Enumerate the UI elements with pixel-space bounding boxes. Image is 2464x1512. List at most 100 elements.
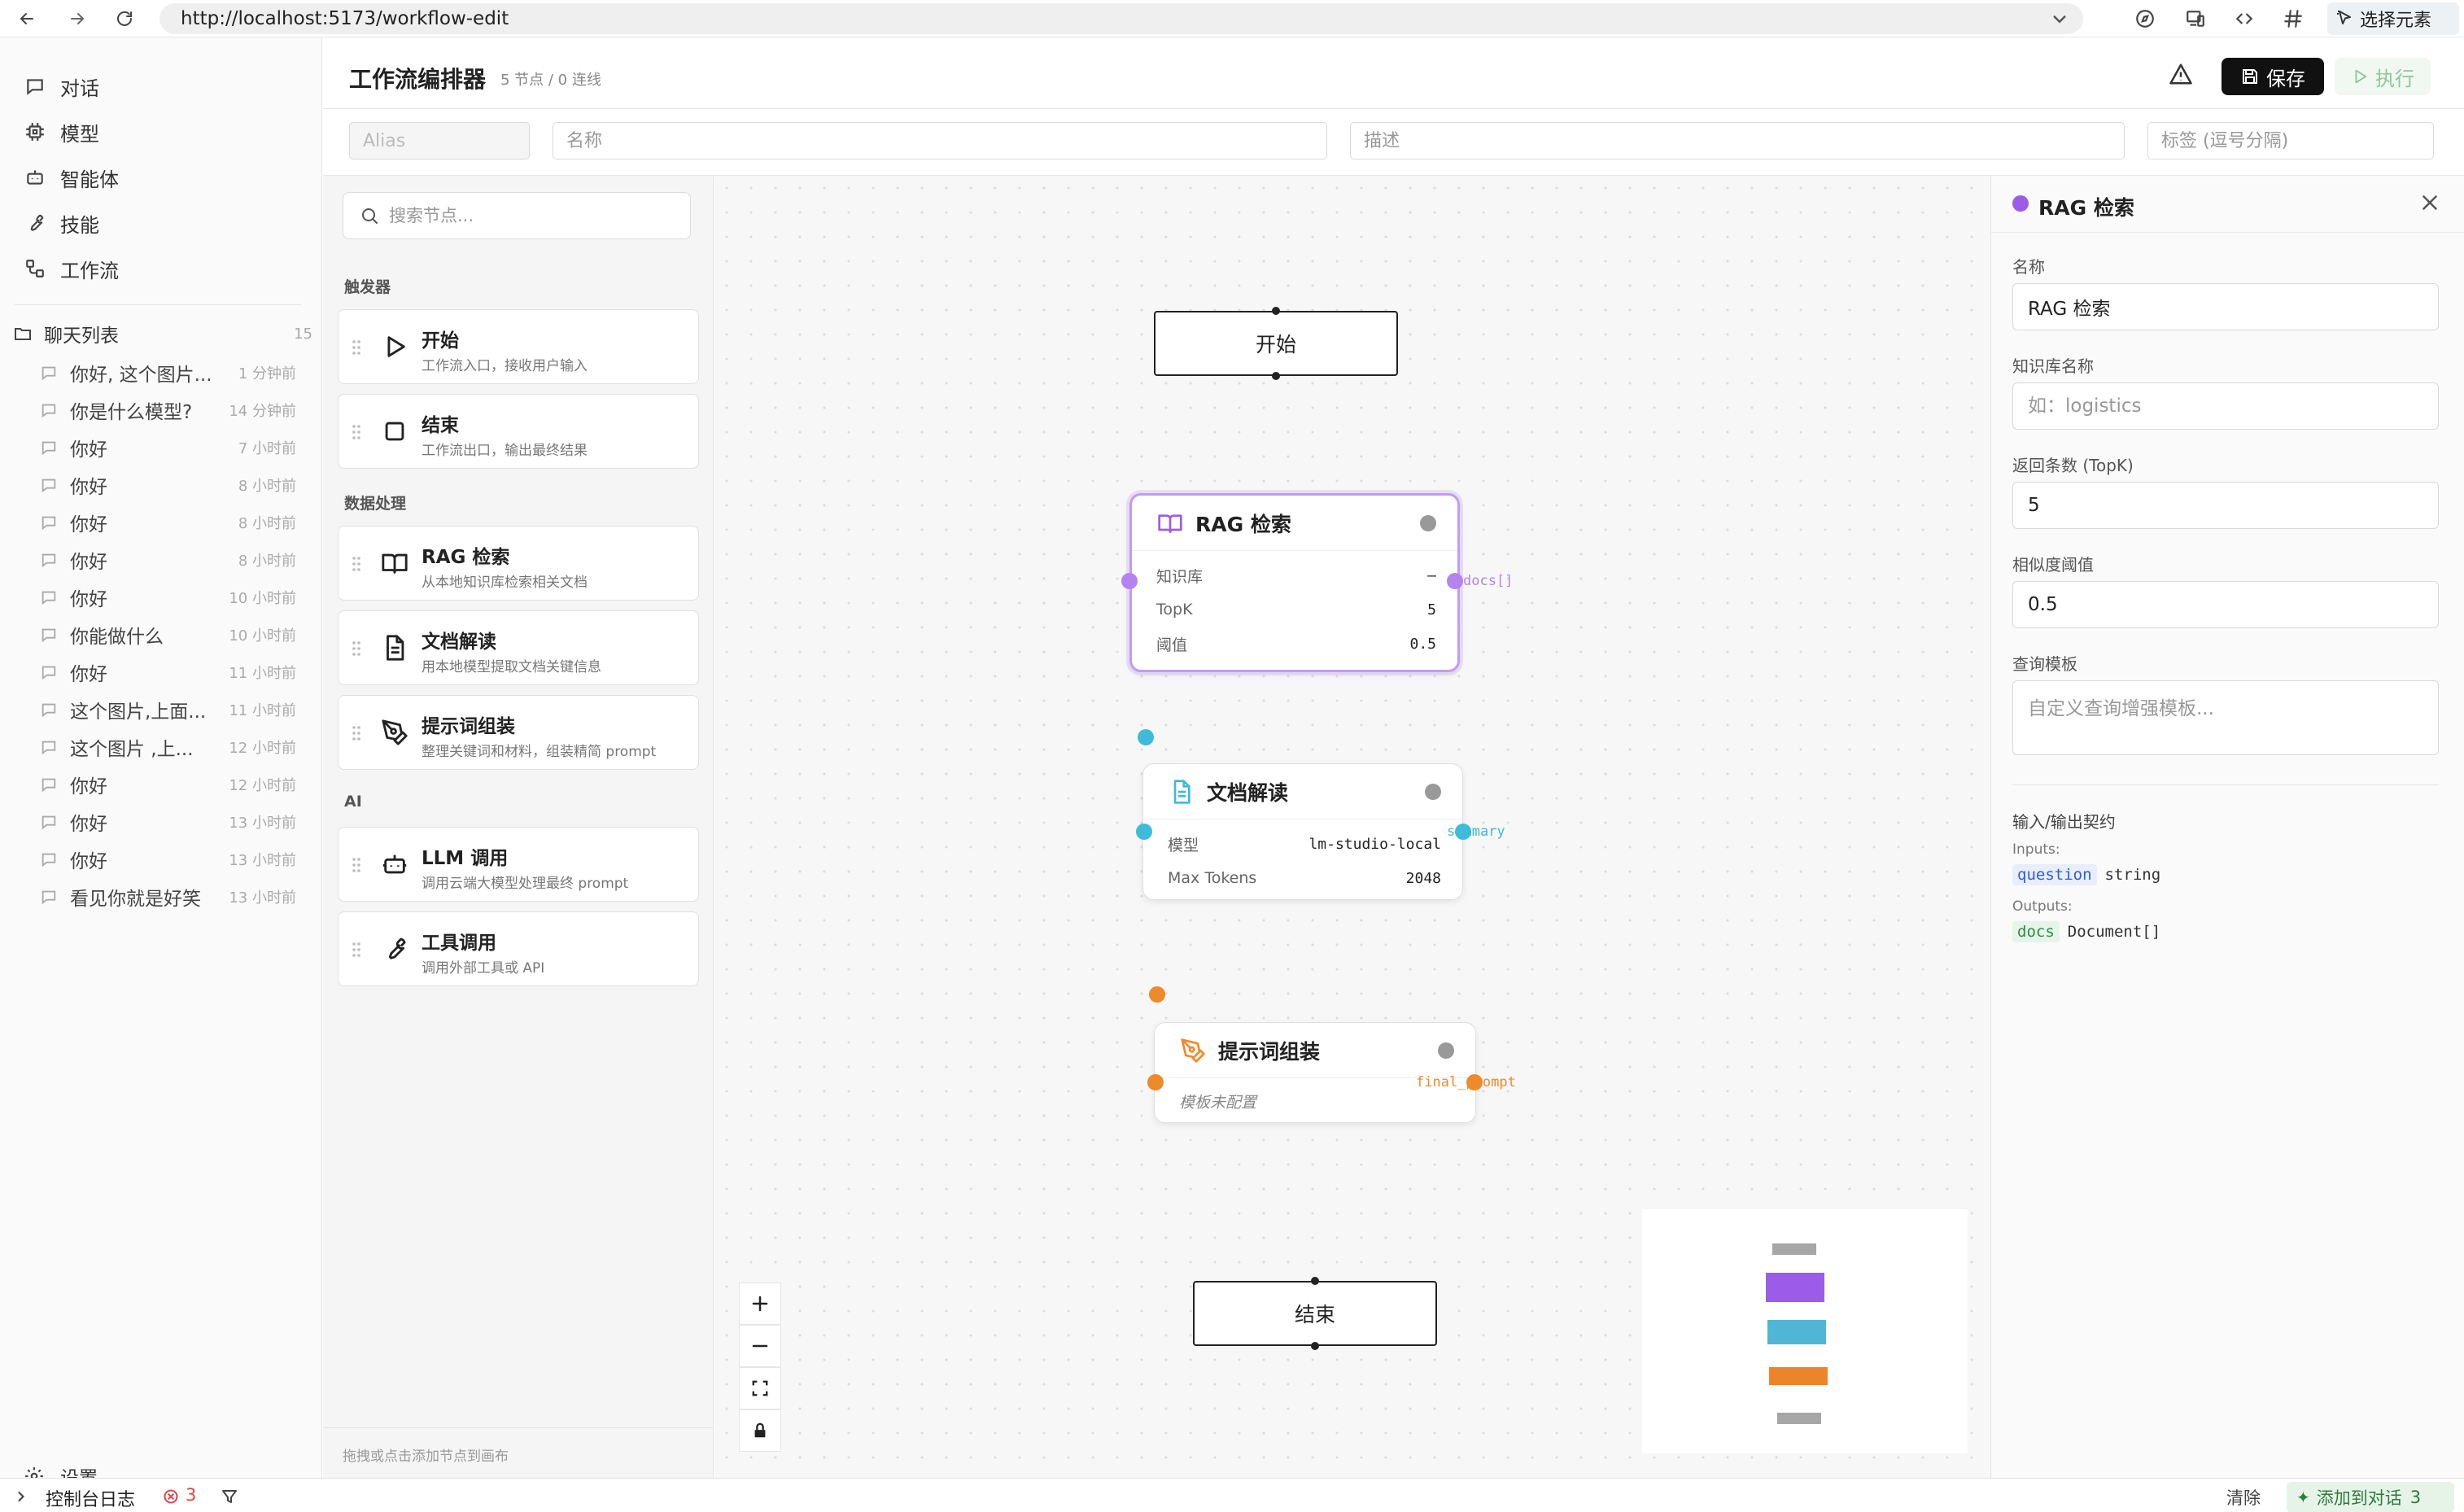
doc-row-model: 模型 lm-studio-local [1168, 828, 1441, 860]
add-to-chat-button[interactable]: ✦ 添加到对话 3 [2287, 1482, 2454, 1512]
bot-icon [381, 850, 408, 878]
chat-time: 13 小时前 [229, 815, 296, 832]
doc-input-port[interactable] [1136, 824, 1152, 840]
devices-icon[interactable] [2181, 5, 2210, 33]
node-search-input[interactable] [389, 206, 682, 225]
alias-input[interactable] [349, 122, 530, 160]
chat-list-item[interactable]: 你好, 这个图片... 1 分钟前 [39, 356, 296, 389]
node-name-input[interactable] [2012, 283, 2439, 330]
chat-title: 你好 [70, 514, 107, 535]
drag-handle-icon[interactable] [352, 422, 361, 442]
run-button[interactable]: 执行 [2335, 58, 2431, 95]
lock-button[interactable] [739, 1409, 781, 1452]
chat-list-header[interactable]: 聊天列表 15 [11, 319, 312, 348]
chat-title: 你好 [70, 776, 107, 798]
palette-item-end[interactable]: 结束 工作流出口，输出最终结果 [338, 394, 699, 469]
chat-list-item[interactable]: 看见你就是好笑 13 小时前 [39, 881, 296, 913]
close-icon[interactable] [2418, 190, 2445, 218]
chat-list-item[interactable]: 你好 8 小时前 [39, 469, 296, 501]
start-node-top-handle[interactable] [1272, 307, 1280, 315]
sidebar-item-skills[interactable]: 技能 [23, 207, 99, 239]
chat-count: 15 [294, 325, 312, 343]
tags-input[interactable] [2147, 122, 2434, 160]
prompt-node-placeholder: 模板未配置 [1179, 1085, 1454, 1117]
doc-top-port[interactable] [1138, 729, 1154, 745]
chat-list-item[interactable]: 这个图片 ,上... 12 小时前 [39, 731, 296, 763]
chat-list-item[interactable]: 你是什么模型? 14 分钟前 [39, 394, 296, 426]
back-button[interactable] [13, 5, 41, 33]
warning-triangle-icon[interactable] [2169, 62, 2195, 88]
console-log-label[interactable]: 控制台日志 [46, 1485, 135, 1511]
canvas-prompt-node[interactable]: 提示词组装 模板未配置 [1154, 1022, 1476, 1123]
prompt-top-port[interactable] [1149, 986, 1165, 1003]
chevron-right-icon[interactable] [13, 1488, 29, 1505]
canvas-doc-node[interactable]: 文档解读 模型 lm-studio-local Max Tokens 2048 [1142, 763, 1463, 900]
zoom-in-button[interactable] [739, 1283, 781, 1325]
reload-button[interactable] [111, 5, 138, 33]
description-input[interactable] [1350, 122, 2125, 160]
workflow-canvas[interactable]: 开始 RAG 检索 知识库 — TopK 5 阈值 0.5 docs[] 文档解… [714, 176, 1990, 1478]
chat-list-item[interactable]: 你好 7 小时前 [39, 431, 296, 464]
zoom-out-button[interactable] [739, 1325, 781, 1367]
forward-button[interactable] [63, 5, 91, 33]
code-icon[interactable] [2230, 5, 2259, 33]
save-button[interactable]: 保存 [2222, 58, 2324, 95]
chat-list-item[interactable]: 你好 13 小时前 [39, 843, 296, 876]
chat-list-item[interactable]: 这个图片,上面... 11 小时前 [39, 693, 296, 726]
sidebar-item-chat[interactable]: 对话 [23, 70, 99, 103]
drag-handle-icon[interactable] [352, 554, 361, 574]
sidebar-item-models[interactable]: 模型 [23, 116, 99, 148]
end-node-bottom-handle[interactable] [1311, 1342, 1319, 1350]
palette-item-llm[interactable]: LLM 调用 调用云端大模型处理最终 prompt [338, 827, 699, 902]
rag-input-port[interactable] [1121, 573, 1138, 589]
chat-list-item[interactable]: 你好 11 小时前 [39, 656, 296, 688]
chat-bubble-icon [39, 700, 59, 719]
fit-view-button[interactable] [739, 1367, 781, 1409]
palette-item-rag[interactable]: RAG 检索 从本地知识库检索相关文档 [338, 526, 699, 601]
doc-row-max-tokens: Max Tokens 2048 [1168, 862, 1441, 894]
chat-list-item[interactable]: 你好 10 小时前 [39, 581, 296, 614]
prompt-input-port[interactable] [1147, 1074, 1164, 1090]
filter-icon[interactable] [220, 1487, 239, 1506]
chat-list-item[interactable]: 你好 8 小时前 [39, 544, 296, 576]
drag-handle-icon[interactable] [352, 338, 361, 357]
chat-list-item[interactable]: 你好 12 小时前 [39, 768, 296, 801]
palette-item-doc-parse[interactable]: 文档解读 用本地模型提取文档关键信息 [338, 610, 699, 685]
chat-list-item[interactable]: 你能做什么 10 小时前 [39, 618, 296, 651]
rag-output-port[interactable] [1447, 573, 1463, 589]
canvas-minimap[interactable] [1642, 1209, 1968, 1453]
hash-icon[interactable] [2278, 5, 2308, 33]
inspector-title: RAG 检索 [2038, 196, 2134, 220]
canvas-end-node[interactable]: 结束 [1193, 1281, 1437, 1346]
start-node-bottom-handle[interactable] [1272, 372, 1280, 380]
add-to-chat-label: 添加到对话 [2316, 1488, 2402, 1508]
drag-handle-icon[interactable] [352, 940, 361, 959]
compass-icon[interactable] [2130, 5, 2160, 33]
palette-item-tool[interactable]: 工具调用 调用外部工具或 API [338, 911, 699, 986]
query-template-textarea[interactable] [2012, 680, 2439, 755]
minimap-rag-node [1766, 1273, 1824, 1302]
select-element-button[interactable]: 选择元素 [2327, 2, 2459, 35]
palette-item-start[interactable]: 开始 工作流入口，接收用户输入 [338, 309, 699, 384]
canvas-start-node[interactable]: 开始 [1154, 311, 1398, 376]
name-input[interactable] [553, 122, 1327, 160]
output-name-tag: docs [2012, 921, 2060, 942]
drag-handle-icon[interactable] [352, 639, 361, 658]
topk-input[interactable] [2012, 482, 2439, 529]
sidebar-item-workflow[interactable]: 工作流 [23, 252, 119, 285]
minimap-start-node [1772, 1243, 1816, 1255]
threshold-input[interactable] [2012, 581, 2439, 628]
palette-item-prompt-build[interactable]: 提示词组装 整理关键词和材料，组装精简 prompt [338, 695, 699, 770]
chat-list-item[interactable]: 你好 13 小时前 [39, 806, 296, 838]
end-node-top-handle[interactable] [1311, 1277, 1319, 1285]
sidebar-item-agents[interactable]: 智能体 [23, 161, 119, 194]
chevron-down-icon[interactable] [2047, 7, 2072, 31]
drag-handle-icon[interactable] [352, 723, 361, 743]
node-search[interactable] [343, 192, 691, 239]
kb-name-input[interactable] [2012, 382, 2439, 430]
chat-list-item[interactable]: 你好 8 小时前 [39, 506, 296, 539]
drag-handle-icon[interactable] [352, 855, 361, 875]
canvas-rag-node[interactable]: RAG 检索 知识库 — TopK 5 阈值 0.5 [1129, 493, 1460, 672]
clear-button[interactable]: 清除 [2226, 1485, 2261, 1510]
address-bar[interactable]: http://localhost:5173/workflow-edit [159, 3, 2083, 34]
